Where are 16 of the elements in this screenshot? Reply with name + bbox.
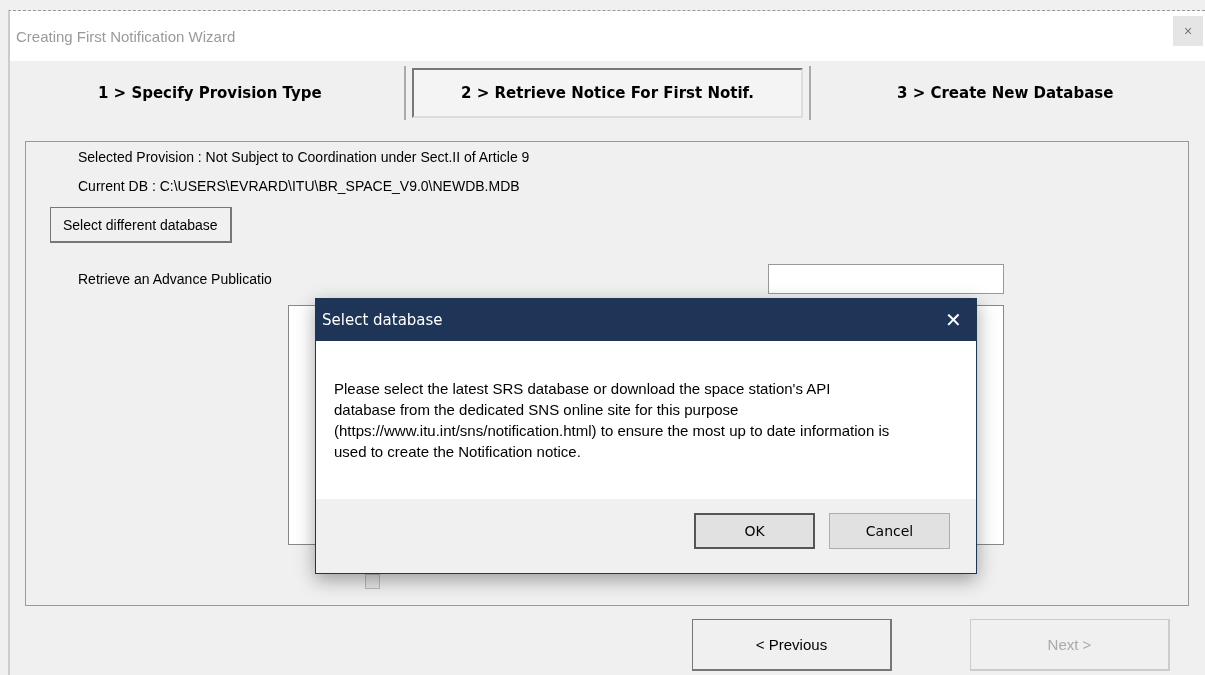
cancel-button[interactable]: Cancel: [829, 513, 950, 549]
filter-field[interactable]: [768, 264, 1004, 294]
step-tab[interactable]: 3 > Create New Database: [811, 68, 1199, 118]
provision-text: Selected Provision : Not Subject to Coordination under Sect.II of Article 9: [78, 149, 531, 165]
ok-button[interactable]: OK: [694, 513, 815, 549]
current-db-text: Current DB : C:\USERS\EVRARD\ITU\BR_SPACE_V9.0\NEWDB.MDB: [78, 178, 521, 194]
window-title: Creating First Notification Wizard: [16, 27, 236, 45]
step-tab[interactable]: 2 > Retrieve Notice For First Notif.: [411, 68, 804, 118]
dialog-message: Please select the latest SRS database or download the space station's API database from the dedicated SNS online site for this purpose (https://www.itu.int/sns/notification.html) to ensure the most up to date information is used to create the Notification notice.: [334, 379, 891, 462]
close-button[interactable]: ×: [1173, 16, 1203, 46]
retrieve-label: Retrieve an Advance Publicatio: [78, 271, 272, 287]
previous-button[interactable]: < Previous: [692, 619, 892, 671]
select-database-button[interactable]: Select different database: [50, 207, 232, 243]
close-button[interactable]: ✕: [930, 299, 976, 341]
dialog-title: Select database: [322, 311, 443, 329]
step-tab[interactable]: 1 > Specify Provision Type: [16, 68, 404, 118]
